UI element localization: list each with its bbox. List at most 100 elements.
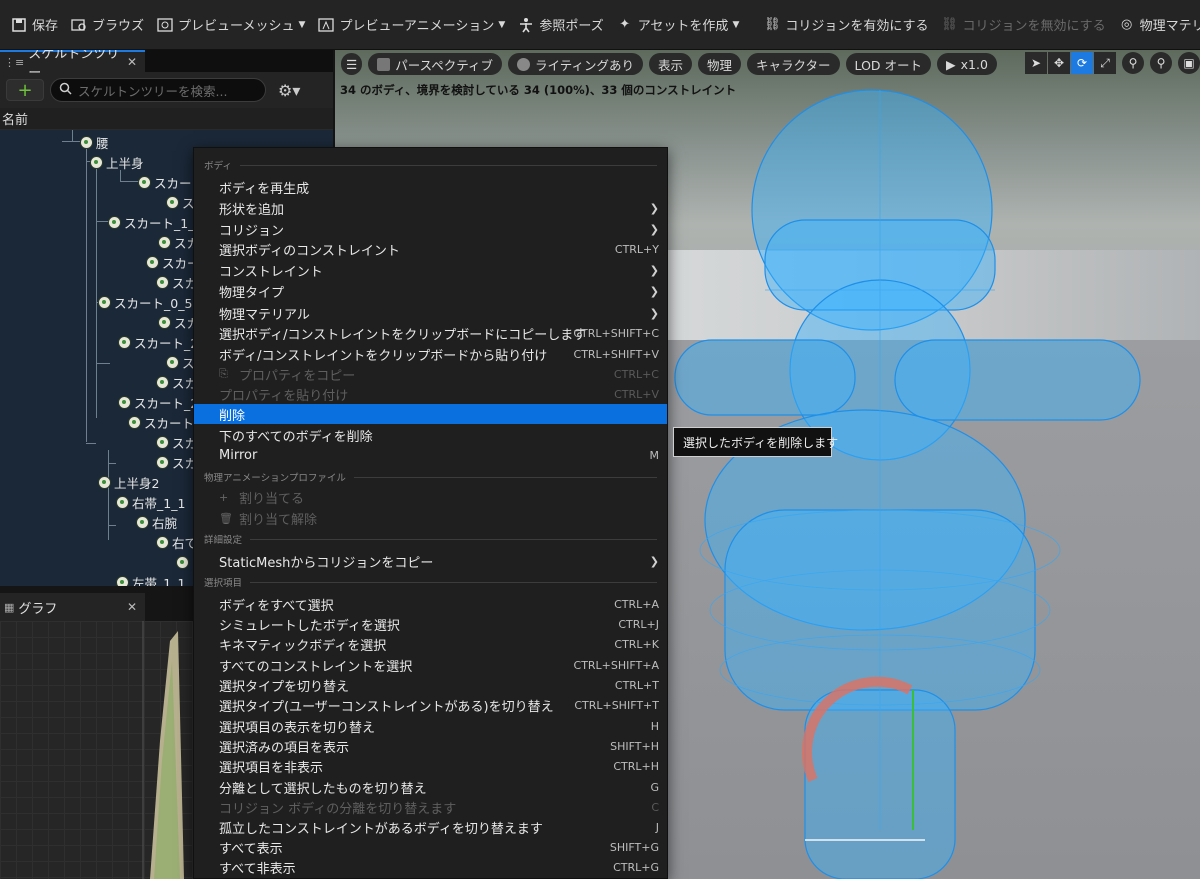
menu-item-show-selected[interactable]: 選択済みの項目を表示 SHIFT+H (194, 736, 667, 756)
menu-item-paste-from-clipboard[interactable]: ボディ/コンストレイントをクリップボードから貼り付け CTRL+SHIFT+V (194, 344, 667, 364)
menu-item-label: ボディ/コンストレイントをクリップボードから貼り付け (219, 348, 548, 364)
menu-item-physics-type[interactable]: 物理タイプ ❯ (194, 281, 667, 301)
add-button[interactable]: + (6, 79, 44, 101)
menu-item-show-all[interactable]: すべて表示 SHIFT+G (194, 837, 667, 857)
camera-icon[interactable]: ▣ (1178, 52, 1200, 74)
menu-item-toggle-selection-type[interactable]: 選択タイプを切り替え CTRL+T (194, 675, 667, 695)
bone-icon (128, 415, 141, 429)
menu-item-physics-material[interactable]: 物理マテリアル ❯ (194, 303, 667, 323)
divider (250, 581, 657, 583)
lod-button[interactable]: LOD オート (845, 53, 932, 75)
rotate-icon[interactable]: ⟳ (1071, 52, 1093, 74)
menu-item-collision[interactable]: コリジョン ❯ (194, 219, 667, 239)
tree-row[interactable]: スカート (128, 412, 194, 432)
tree-row[interactable]: スカート_2 (118, 332, 198, 352)
menu-item-constraint[interactable]: コンストレイント ❯ (194, 260, 667, 280)
menu-item-label: 孤立したコンストレイントがあるボディを切り替えます (219, 821, 543, 837)
physics-button[interactable]: 物理 (698, 53, 742, 75)
menu-item-toggle-isolate[interactable]: 分離として選択したものを切り替え G (194, 777, 667, 797)
tab-skeleton-tree[interactable]: ⋮≡ スケルトンツリー ✕ (0, 50, 145, 81)
bone-name: 左帯_1_1 (132, 575, 186, 587)
menu-item-select-kinematic[interactable]: キネマティックボディを選択 CTRL+K (194, 634, 667, 654)
tree-row[interactable]: スカ (156, 272, 197, 292)
physics-material-button[interactable]: ◎ 物理マテリア (1112, 10, 1200, 40)
tree-row[interactable]: 上半身 (90, 152, 144, 172)
scale-icon[interactable]: ⤢ (1094, 52, 1116, 74)
menu-item-label: Mirror (219, 447, 258, 463)
menu-item-add-shape[interactable]: 形状を追加 ❯ (194, 198, 667, 218)
perspective-button[interactable]: パースペクティブ (368, 53, 502, 75)
show-label: 表示 (658, 57, 684, 73)
menu-item-toggle-orphan-constraints[interactable]: 孤立したコンストレイントがあるボディを切り替えます J (194, 817, 667, 837)
menu-item-assign[interactable]: + 割り当てる (194, 487, 667, 507)
menu-item-select-all-constraints[interactable]: すべてのコンストレイントを選択 CTRL+SHIFT+A (194, 655, 667, 675)
tree-row[interactable]: ス (166, 352, 195, 372)
menu-item-delete-all-below[interactable]: 下のすべてのボディを削除 (194, 425, 667, 445)
bone-icon (158, 235, 171, 249)
tree-row[interactable]: 上半身2 (98, 472, 159, 492)
tree-row[interactable]: 腰 (80, 132, 109, 152)
tree-row[interactable]: 右腕 (136, 512, 177, 532)
ref-pose-button[interactable]: 参照ポーズ (511, 10, 609, 40)
tree-row[interactable]: 左帯_1_1 (116, 572, 185, 586)
menu-item-select-all-bodies[interactable]: ボディをすべて選択 CTRL+A (194, 594, 667, 614)
close-icon[interactable]: ✕ (127, 55, 137, 69)
menu-item-copy-to-clipboard[interactable]: 選択ボディ/コンストレイントをクリップボードにコピーします CTRL+SHIFT+… (194, 323, 667, 343)
menu-item-copy-collision-from-staticmesh[interactable]: StaticMeshからコリジョンをコピー ❯ (194, 551, 667, 571)
enable-collision-button[interactable]: ⛓ コリジョンを有効にする (757, 10, 934, 40)
browse-button[interactable]: ブラウズ (64, 10, 150, 40)
menu-item-mirror[interactable]: Mirror M (194, 445, 667, 465)
bone-name: 上半身 (106, 155, 144, 171)
menu-item-toggle-selection-type-user[interactable]: 選択タイプ(ユーザーコンストレイントがある)を切り替え CTRL+SHIFT+T (194, 695, 667, 715)
menu-item-copy-properties[interactable]: ⎘ プロパティをコピー CTRL+C (194, 364, 667, 384)
preview-animation-dropdown[interactable]: プレビューアニメーション ▼ (311, 10, 511, 40)
tab-graph[interactable]: ▦ グラフ ✕ (0, 593, 145, 621)
show-button[interactable]: 表示 (649, 53, 693, 75)
tree-row[interactable]: スカート_2 (118, 392, 198, 412)
menu-item-hide-selected[interactable]: 選択項目を非表示 CTRL+H (194, 756, 667, 776)
tree-row[interactable]: ス (166, 192, 195, 212)
menu-item-delete[interactable]: 削除 (194, 404, 667, 424)
skeleton-tree-search-input[interactable]: スケルトンツリーを検索... (50, 78, 266, 102)
menu-item-unassign[interactable]: 🗑 割り当て解除 (194, 508, 667, 528)
menu-item-label: 割り当てる (239, 491, 305, 507)
character-button[interactable]: キャラクター (747, 53, 840, 75)
move-icon[interactable]: ✥ (1048, 52, 1070, 74)
gizmo-icon[interactable]: ⚲ (1122, 52, 1144, 74)
tree-row[interactable] (176, 552, 192, 572)
tree-row[interactable]: スカート_1_ (108, 212, 194, 232)
create-asset-icon: ✦ (619, 17, 631, 32)
play-speed-button[interactable]: ▶ x1.0 (937, 53, 997, 75)
tree-row[interactable]: スカ (156, 452, 197, 472)
menu-item-select-simulated[interactable]: シミュレートしたボディを選択 CTRL+J (194, 614, 667, 634)
disable-collision-button[interactable]: ⛓ コリジョンを無効にする (935, 10, 1112, 40)
menu-item-toggle-collision-isolate[interactable]: コリジョン ボディの分離を切り替えます C (194, 797, 667, 817)
tree-row[interactable]: スカー (138, 172, 192, 192)
select-arrow-icon[interactable]: ➤ (1025, 52, 1047, 74)
tree-row[interactable]: スカート_0_5 (98, 292, 192, 312)
preview-mesh-dropdown[interactable]: プレビューメッシュ ▼ (150, 10, 311, 40)
lighting-button[interactable]: ライティングあり (507, 53, 643, 75)
tree-row[interactable]: スカー (146, 252, 200, 272)
viewport-menu-button[interactable]: ☰ (341, 53, 363, 75)
shortcut: J (655, 820, 659, 834)
menu-item-hide-all[interactable]: すべて非表示 CTRL+G (194, 857, 667, 877)
tree-row[interactable]: 右て (156, 532, 197, 552)
chevron-down-icon: ▼ (732, 19, 740, 30)
menu-item-toggle-visibility[interactable]: 選択項目の表示を切り替え H (194, 716, 667, 736)
graph-icon: ▦ (4, 600, 15, 614)
settings-gear-icon[interactable]: ⚙▾ (278, 81, 300, 100)
menu-item-paste-properties[interactable]: プロパティを貼り付け CTRL+V (194, 384, 667, 404)
tree-row[interactable]: スカ (156, 432, 197, 452)
save-button[interactable]: 保存 (4, 10, 64, 40)
tree-row[interactable]: スカ (156, 372, 197, 392)
menu-item-regenerate-body[interactable]: ボディを再生成 (194, 177, 667, 197)
ref-pose-label: 参照ポーズ (539, 19, 604, 34)
tree-row[interactable]: 右帯_1_1 (116, 492, 185, 512)
snap-icon[interactable]: ⚲ (1150, 52, 1172, 74)
menu-item-body-constraints[interactable]: 選択ボディのコンストレイント CTRL+Y (194, 239, 667, 259)
shortcut: CTRL+SHIFT+A (573, 658, 659, 672)
create-asset-dropdown[interactable]: ✦ アセットを作成 ▼ (610, 10, 746, 40)
physics-asset-editor: 保存 ブラウズ プレビューメッシュ ▼ プレビューアニメーション ▼ 参照ポーズ ✦… (0, 0, 1200, 879)
close-icon[interactable]: ✕ (127, 600, 137, 614)
